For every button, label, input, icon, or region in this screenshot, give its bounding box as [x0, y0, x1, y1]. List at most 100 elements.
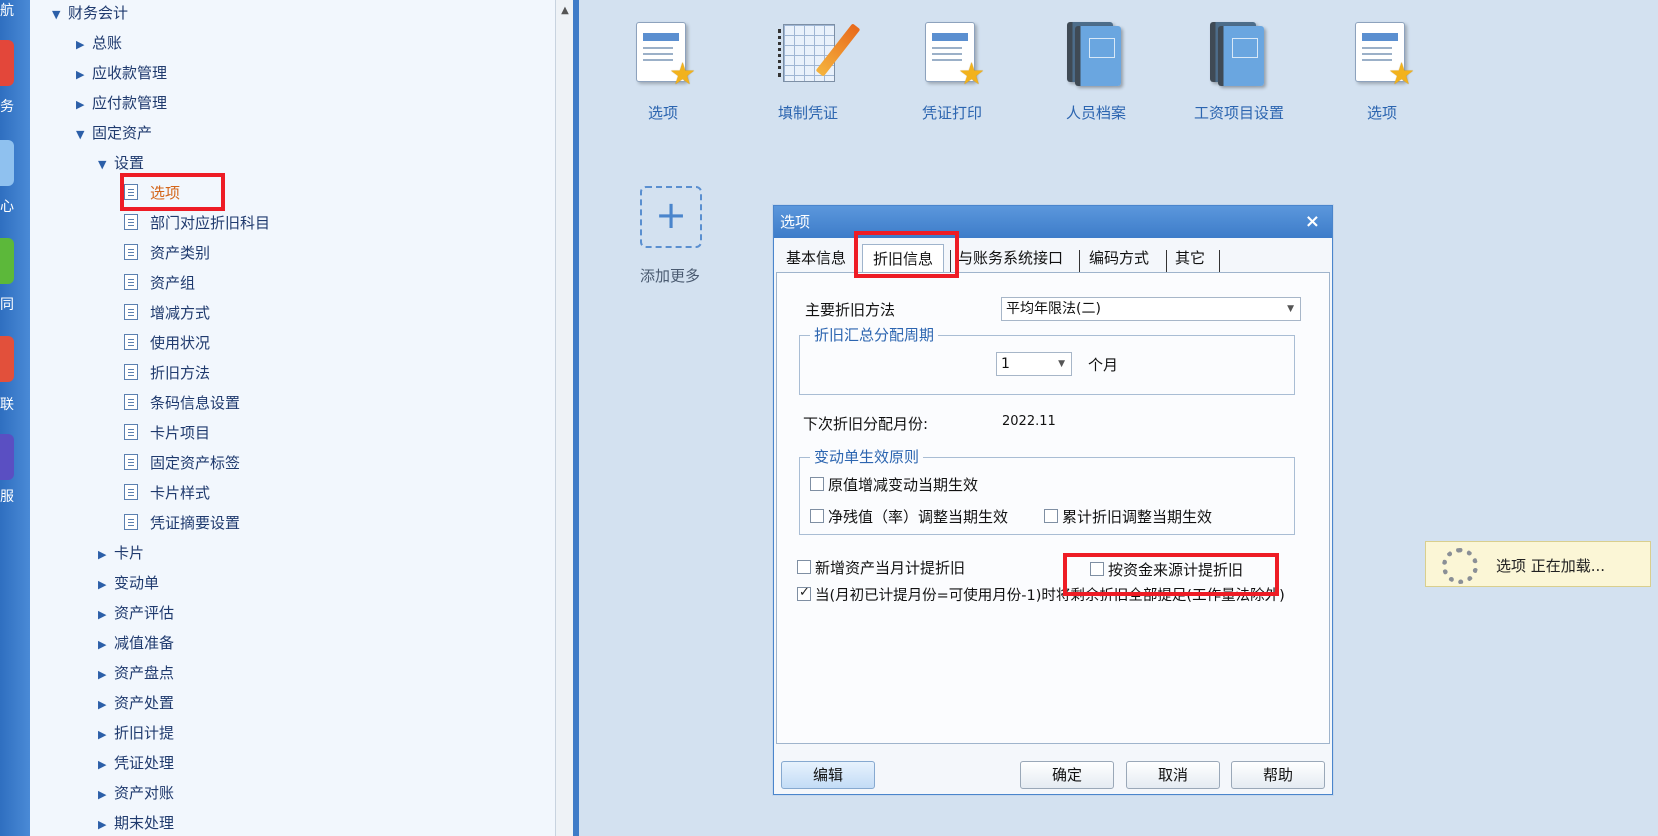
tree-item-label: 应收款管理	[92, 64, 168, 82]
shortcut-personnel-archive[interactable]: 人员档案	[1031, 20, 1161, 123]
tree-item-label: 设置	[114, 154, 145, 172]
strip-label[interactable]: 航	[0, 0, 16, 20]
help-button[interactable]: 帮助	[1231, 761, 1325, 789]
tree-folder-item[interactable]: ▶ 资产评估	[98, 600, 174, 626]
edit-button[interactable]: 编辑	[781, 761, 875, 789]
accum-depr-checkbox[interactable]: 累计折旧调整当期生效	[1044, 508, 1212, 526]
tab-separator	[1079, 250, 1080, 272]
chevron-right-icon[interactable]: ▶	[98, 602, 114, 628]
tree-leaf-item[interactable]: 条码信息设置	[124, 390, 240, 416]
tree-folder-item[interactable]: ▶ 总账	[76, 30, 122, 56]
tree-root-finance[interactable]: ▼ 财务会计	[52, 0, 128, 26]
checkbox-box[interactable]	[810, 509, 824, 523]
center-module-icon[interactable]	[0, 140, 14, 186]
tab-accounting-interface[interactable]: 与账务系统接口	[958, 244, 1063, 272]
tree-leaf-item[interactable]: 部门对应折旧科目	[124, 210, 270, 236]
tree-item-label: 折旧方法	[150, 364, 211, 382]
chevron-right-icon[interactable]: ▶	[98, 722, 114, 748]
tree-folder-item[interactable]: ▶ 资产处置	[98, 690, 174, 716]
tree-scrollbar[interactable]: ▲	[555, 0, 573, 836]
chevron-right-icon[interactable]: ▶	[98, 752, 114, 778]
tree-item-label: 卡片	[114, 544, 145, 562]
list-doc-icon	[124, 333, 138, 350]
highlight-fund-source	[1063, 553, 1279, 596]
main-method-select[interactable]: 平均年限法(二) ▼	[1001, 297, 1301, 321]
panel-splitter[interactable]	[573, 0, 579, 836]
tree-folder-item[interactable]: ▼ 固定资产	[76, 120, 152, 146]
strip-label[interactable]: 服	[0, 486, 16, 506]
service-module-icon[interactable]	[0, 434, 14, 480]
checkbox-box[interactable]	[1044, 509, 1058, 523]
tree-leaf-item[interactable]: 折旧方法	[124, 360, 210, 386]
tree-item-label: 变动单	[114, 574, 160, 592]
tree-folder-item[interactable]: ▶ 卡片	[98, 540, 144, 566]
chevron-down-icon[interactable]: ▼	[98, 152, 114, 178]
close-icon[interactable]: ×	[1305, 206, 1320, 238]
tree-leaf-item[interactable]: 固定资产标签	[124, 450, 240, 476]
checkbox-box-checked[interactable]	[797, 584, 811, 602]
finance-module-icon[interactable]	[0, 40, 14, 86]
new-asset-checkbox[interactable]: 新增资产当月计提折旧	[797, 559, 965, 577]
strip-label[interactable]: 务	[0, 96, 16, 116]
tree-folder-item[interactable]: ▶ 折旧计提	[98, 720, 174, 746]
tree-folder-item[interactable]: ▶ 减值准备	[98, 630, 174, 656]
tab-separator	[1219, 250, 1220, 272]
checkbox-box[interactable]	[810, 477, 824, 491]
tree-folder-item[interactable]: ▶ 凭证处理	[98, 750, 174, 776]
tab-other[interactable]: 其它	[1175, 244, 1205, 272]
shortcut-voucher-print[interactable]: ★ 凭证打印	[887, 20, 1017, 123]
tree-item-label: 资产处置	[114, 694, 175, 712]
shortcut-salary-items[interactable]: 工资项目设置	[1174, 20, 1304, 123]
scroll-up-arrow-icon[interactable]: ▲	[556, 0, 574, 22]
cancel-button[interactable]: 取消	[1126, 761, 1220, 789]
shortcut-options-2[interactable]: ★ 选项	[1317, 20, 1447, 123]
chevron-right-icon[interactable]: ▶	[76, 32, 92, 58]
strip-label[interactable]: 同	[0, 294, 16, 314]
tree-leaf-item[interactable]: 卡片项目	[124, 420, 210, 446]
tree-item-label: 卡片样式	[150, 484, 211, 502]
chevron-right-icon[interactable]: ▶	[98, 812, 114, 836]
chevron-right-icon[interactable]: ▶	[76, 62, 92, 88]
tree-folder-item[interactable]: ▶ 期末处理	[98, 810, 174, 836]
original-value-checkbox[interactable]: 原值增减变动当期生效	[810, 476, 978, 494]
tree-leaf-item[interactable]: 资产组	[124, 270, 195, 296]
tree-leaf-item[interactable]: 增减方式	[124, 300, 210, 326]
add-more-button[interactable]: +	[640, 186, 702, 248]
link-module-icon[interactable]	[0, 336, 14, 382]
tree-folder-item[interactable]: ▶ 资产对账	[98, 780, 174, 806]
chevron-right-icon[interactable]: ▶	[98, 542, 114, 568]
loading-spinner-icon	[1442, 548, 1478, 584]
tree-leaf-item[interactable]: 资产类别	[124, 240, 210, 266]
chevron-down-icon[interactable]: ▼	[76, 122, 92, 148]
tree-item-label: 期末处理	[114, 814, 175, 832]
period-select[interactable]: 1 ▼	[996, 352, 1072, 376]
shortcut-fill-voucher[interactable]: 填制凭证	[743, 20, 873, 123]
options-dialog: 选项 × 基本信息 折旧信息 与账务系统接口 编码方式 其它 主要折旧方法 平均…	[773, 205, 1333, 795]
ok-button[interactable]: 确定	[1020, 761, 1114, 789]
tree-folder-item[interactable]: ▶ 变动单	[98, 570, 159, 596]
change-group-title: 变动单生效原则	[810, 448, 924, 466]
contract-module-icon[interactable]	[0, 238, 14, 284]
list-doc-icon	[124, 453, 138, 470]
tree-folder-item[interactable]: ▶ 应收款管理	[76, 60, 167, 86]
tree-leaf-item[interactable]: 卡片样式	[124, 480, 210, 506]
net-residual-checkbox[interactable]: 净残值（率）调整当期生效	[810, 508, 1008, 526]
checkbox-box[interactable]	[797, 560, 811, 574]
shortcut-options[interactable]: ★ 选项	[598, 20, 728, 123]
chevron-right-icon[interactable]: ▶	[98, 572, 114, 598]
tree-leaf-item[interactable]: 凭证摘要设置	[124, 510, 240, 536]
chevron-right-icon[interactable]: ▶	[76, 92, 92, 118]
tree-leaf-item[interactable]: 使用状况	[124, 330, 210, 356]
tree-folder-item[interactable]: ▶ 资产盘点	[98, 660, 174, 686]
strip-label[interactable]: 心	[0, 196, 16, 216]
chevron-down-icon[interactable]: ▼	[52, 2, 68, 28]
chevron-right-icon[interactable]: ▶	[98, 662, 114, 688]
tab-coding[interactable]: 编码方式	[1089, 244, 1149, 272]
tree-folder-item[interactable]: ▶ 应付款管理	[76, 90, 167, 116]
strip-label[interactable]: 联	[0, 394, 16, 414]
chevron-right-icon[interactable]: ▶	[98, 782, 114, 808]
chevron-right-icon[interactable]: ▶	[98, 692, 114, 718]
list-doc-icon	[124, 483, 138, 500]
chevron-right-icon[interactable]: ▶	[98, 632, 114, 658]
tab-basic-info[interactable]: 基本信息	[786, 244, 846, 272]
